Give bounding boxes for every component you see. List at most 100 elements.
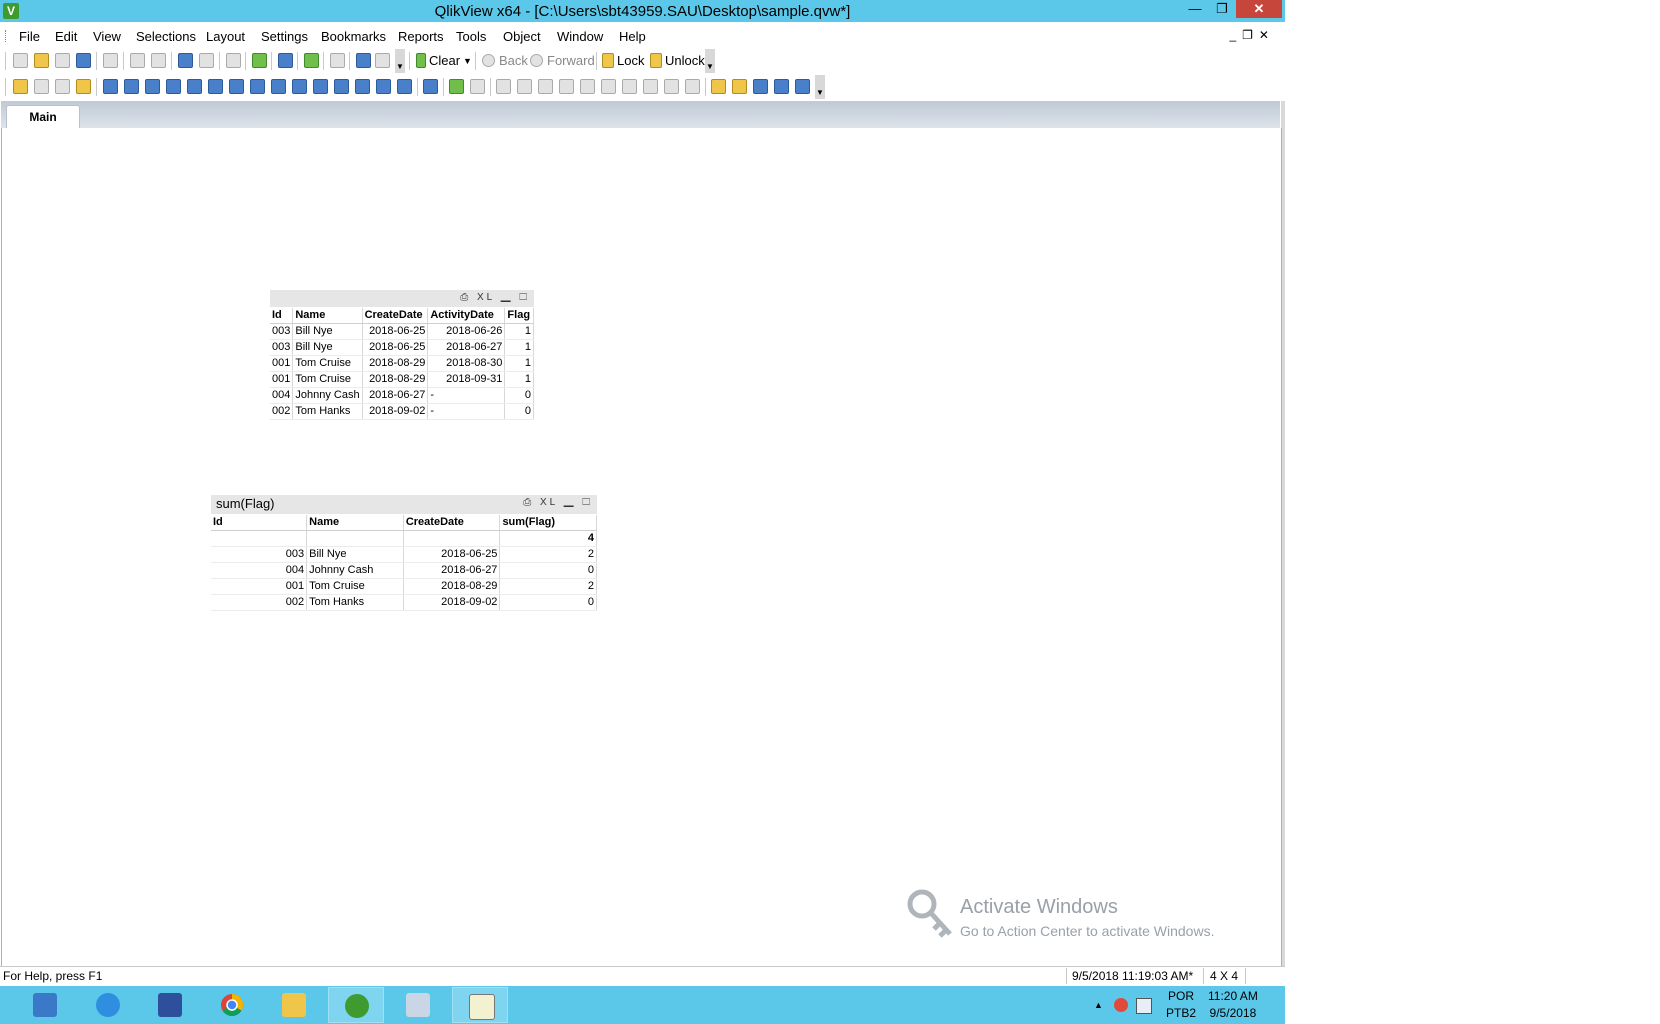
container-icon[interactable] bbox=[376, 79, 391, 94]
toolbar-overflow-icon[interactable]: ▼ bbox=[395, 49, 405, 73]
align-bottom-icon[interactable] bbox=[559, 79, 574, 94]
cell-createdate[interactable]: 2018-08-29 bbox=[362, 371, 429, 388]
help-icon[interactable] bbox=[356, 53, 371, 68]
align-center-icon[interactable] bbox=[517, 79, 532, 94]
cell-createdate[interactable]: 2018-06-25 bbox=[403, 546, 501, 563]
cell-createdate[interactable]: 2018-06-25 bbox=[362, 323, 429, 340]
cell-id[interactable]: 003 bbox=[270, 323, 294, 340]
context-help-icon[interactable] bbox=[375, 53, 390, 68]
toolbar-overflow-icon[interactable]: ▼ bbox=[815, 75, 825, 99]
select-fields-icon[interactable] bbox=[252, 53, 267, 68]
taskbar-chrome[interactable] bbox=[204, 987, 260, 1023]
cell-id[interactable]: 001 bbox=[270, 355, 294, 372]
table-row[interactable]: 003 Bill Nye 2018-06-25 2 bbox=[211, 546, 597, 563]
search-object-icon[interactable] bbox=[355, 79, 370, 94]
column-header-name[interactable]: Name bbox=[292, 308, 363, 324]
search-icon[interactable] bbox=[226, 53, 241, 68]
column-header-activitydate[interactable]: ActivityDate bbox=[427, 308, 506, 324]
document-properties-icon[interactable] bbox=[711, 79, 726, 94]
align-right-icon[interactable] bbox=[538, 79, 553, 94]
space-horizontal-icon[interactable] bbox=[622, 79, 637, 94]
redo-icon[interactable] bbox=[199, 53, 214, 68]
chart-wizard-icon[interactable] bbox=[278, 53, 293, 68]
menu-settings[interactable]: Settings bbox=[261, 29, 308, 44]
column-header-id[interactable]: Id bbox=[270, 308, 294, 324]
cell-id[interactable]: 002 bbox=[270, 403, 294, 420]
taskbar-server-manager[interactable] bbox=[17, 987, 73, 1023]
minimize-button[interactable]: — bbox=[1182, 0, 1208, 18]
column-header-id[interactable]: Id bbox=[211, 515, 308, 531]
cell-id[interactable]: 004 bbox=[270, 387, 294, 404]
table-row[interactable]: 001 Tom Cruise 2018-08-29 2 bbox=[211, 578, 597, 595]
cell-createdate[interactable]: 2018-09-02 bbox=[403, 594, 501, 611]
cell-id[interactable]: 001 bbox=[270, 371, 294, 388]
cell-activitydate[interactable]: 2018-08-30 bbox=[427, 355, 506, 372]
sheet-props-icon[interactable] bbox=[732, 79, 747, 94]
sheet-properties-icon[interactable] bbox=[76, 79, 91, 94]
cell-flag[interactable]: 0 bbox=[504, 387, 534, 404]
cell-sum-flag[interactable]: 0 bbox=[499, 562, 597, 579]
input-language[interactable]: POR PTB2 bbox=[1166, 988, 1196, 1022]
cell-name[interactable]: Tom Hanks bbox=[292, 403, 363, 420]
tab-main[interactable]: Main bbox=[6, 105, 80, 130]
table-row[interactable]: 004 Johnny Cash 2018-06-27 0 bbox=[211, 562, 597, 579]
table-row[interactable]: 002 Tom Hanks 2018-09-02 - 0 bbox=[270, 403, 534, 420]
line-arrow-icon[interactable] bbox=[292, 79, 307, 94]
add-sheet-icon[interactable] bbox=[13, 79, 28, 94]
cell-createdate[interactable]: 2018-08-29 bbox=[362, 355, 429, 372]
tray-expand-icon[interactable]: ▲ bbox=[1094, 1000, 1103, 1010]
menu-tools[interactable]: Tools bbox=[456, 29, 486, 44]
network-icon[interactable] bbox=[1136, 998, 1152, 1014]
bookmark-object-icon[interactable] bbox=[334, 79, 349, 94]
listbox-icon[interactable] bbox=[103, 79, 118, 94]
taskbar-remote-desktop[interactable] bbox=[142, 987, 198, 1023]
lock-button[interactable]: Lock bbox=[617, 53, 644, 68]
back-button[interactable]: Back bbox=[499, 53, 528, 68]
table-row[interactable]: 004 Johnny Cash 2018-06-27 - 0 bbox=[270, 387, 534, 404]
table-box-detail[interactable]: ⎙ XL ▁ ☐ Id Name CreateDate ActivityDate… bbox=[270, 290, 534, 420]
unlock-button[interactable]: Unlock bbox=[665, 53, 705, 68]
cell-createdate[interactable]: 2018-06-27 bbox=[362, 387, 429, 404]
clear-dropdown-icon[interactable]: ▼ bbox=[463, 56, 472, 66]
edit-script-icon[interactable] bbox=[130, 53, 145, 68]
menu-window[interactable]: Window bbox=[557, 29, 603, 44]
promote-sheet-icon[interactable] bbox=[34, 79, 49, 94]
button-object-icon[interactable] bbox=[250, 79, 265, 94]
cell-flag[interactable]: 1 bbox=[504, 371, 534, 388]
cell-activitydate[interactable]: 2018-06-27 bbox=[427, 339, 506, 356]
table-row[interactable]: 001 Tom Cruise 2018-08-29 2018-09-31 1 bbox=[270, 371, 534, 388]
cell-createdate[interactable]: 2018-06-27 bbox=[403, 562, 501, 579]
straight-table-sum-flag[interactable]: sum(Flag) ⎙ XL ▁ ☐ Id Name CreateDate su… bbox=[211, 495, 597, 611]
table-viewer-icon[interactable] bbox=[774, 79, 789, 94]
system-clock[interactable]: 11:20 AM 9/5/2018 bbox=[1208, 988, 1258, 1022]
menu-reports[interactable]: Reports bbox=[398, 29, 444, 44]
column-header-createdate[interactable]: CreateDate bbox=[403, 515, 501, 531]
cell-sum-flag[interactable]: 2 bbox=[499, 578, 597, 595]
forward-button[interactable]: Forward bbox=[547, 53, 595, 68]
text-object-icon[interactable] bbox=[271, 79, 286, 94]
align-middle-icon[interactable] bbox=[580, 79, 595, 94]
adjust-left-icon[interactable] bbox=[664, 79, 679, 94]
bookmark-star-icon[interactable] bbox=[304, 53, 319, 68]
open-folder-icon[interactable] bbox=[34, 53, 49, 68]
menu-help[interactable]: Help bbox=[619, 29, 646, 44]
chart-icon[interactable] bbox=[187, 79, 202, 94]
menu-selections[interactable]: Selections bbox=[136, 29, 196, 44]
cell-flag[interactable]: 0 bbox=[504, 403, 534, 420]
menu-object[interactable]: Object bbox=[503, 29, 541, 44]
mdi-window-controls[interactable]: _❐✕ bbox=[1230, 28, 1276, 42]
cell-id[interactable]: 002 bbox=[211, 594, 308, 611]
menu-edit[interactable]: Edit bbox=[55, 29, 77, 44]
cell-activitydate[interactable]: 2018-06-26 bbox=[427, 323, 506, 340]
column-header-flag[interactable]: Flag bbox=[504, 308, 534, 324]
table-box-icon[interactable] bbox=[145, 79, 160, 94]
cell-name[interactable]: Bill Nye bbox=[306, 546, 404, 563]
cell-name[interactable]: Bill Nye bbox=[292, 339, 363, 356]
restore-button[interactable]: ❐ bbox=[1209, 0, 1235, 18]
volume-muted-icon[interactable] bbox=[1114, 998, 1128, 1012]
total-sum-flag[interactable]: 4 bbox=[499, 530, 597, 547]
sheet-canvas[interactable]: ⎙ XL ▁ ☐ Id Name CreateDate ActivityDate… bbox=[1, 128, 1282, 966]
column-header-name[interactable]: Name bbox=[306, 515, 404, 531]
cell-id[interactable]: 003 bbox=[270, 339, 294, 356]
align-left-icon[interactable] bbox=[496, 79, 511, 94]
